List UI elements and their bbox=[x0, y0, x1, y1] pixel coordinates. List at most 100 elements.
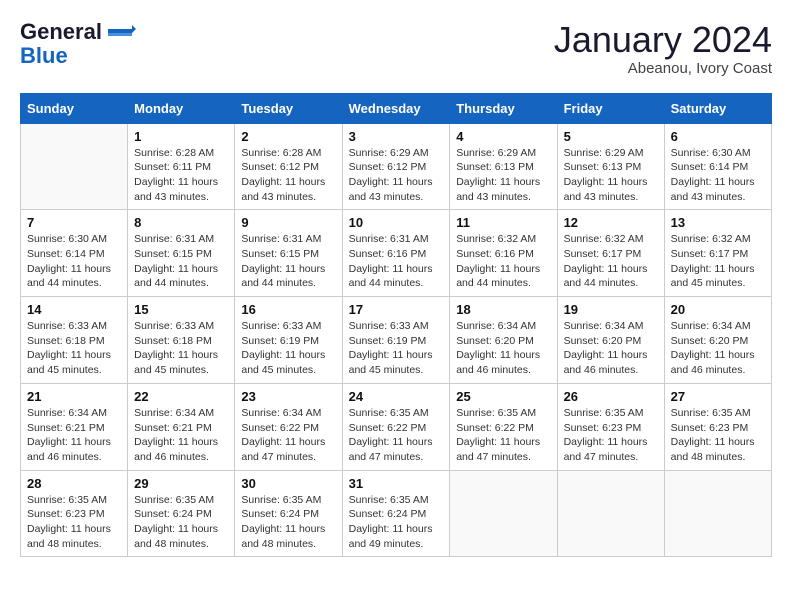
day-info: Sunrise: 6:33 AMSunset: 6:19 PMDaylight:… bbox=[349, 319, 444, 378]
logo-blue-text: Blue bbox=[20, 44, 68, 68]
day-info: Sunrise: 6:35 AMSunset: 6:22 PMDaylight:… bbox=[349, 406, 444, 465]
day-number: 27 bbox=[671, 389, 765, 404]
table-row: 23 Sunrise: 6:34 AMSunset: 6:22 PMDayligh… bbox=[235, 383, 342, 470]
col-wednesday: Wednesday bbox=[342, 93, 450, 123]
day-number: 8 bbox=[134, 215, 228, 230]
calendar-header-row: Sunday Monday Tuesday Wednesday Thursday… bbox=[21, 93, 772, 123]
table-row: 13 Sunrise: 6:32 AMSunset: 6:17 PMDayligh… bbox=[664, 210, 771, 297]
col-tuesday: Tuesday bbox=[235, 93, 342, 123]
col-sunday: Sunday bbox=[21, 93, 128, 123]
day-number: 24 bbox=[349, 389, 444, 404]
day-info: Sunrise: 6:33 AMSunset: 6:19 PMDaylight:… bbox=[241, 319, 335, 378]
table-row: 17Sunrise: 6:33 AMSunset: 6:19 PMDayligh… bbox=[342, 297, 450, 384]
table-row: 26 Sunrise: 6:35 AMSunset: 6:23 PMDayligh… bbox=[557, 383, 664, 470]
day-info: Sunrise: 6:28 AMSunset: 6:12 PMDaylight:… bbox=[241, 146, 335, 205]
day-info: Sunrise: 6:35 AMSunset: 6:24 PMDaylight:… bbox=[134, 493, 228, 552]
day-info: Sunrise: 6:30 AMSunset: 6:14 PMDaylight:… bbox=[27, 232, 121, 291]
table-row: 21Sunrise: 6:34 AMSunset: 6:21 PMDayligh… bbox=[21, 383, 128, 470]
table-row: 22Sunrise: 6:34 AMSunset: 6:21 PMDayligh… bbox=[128, 383, 235, 470]
calendar-table: Sunday Monday Tuesday Wednesday Thursday… bbox=[20, 93, 772, 558]
day-info: Sunrise: 6:35 AMSunset: 6:22 PMDaylight:… bbox=[456, 406, 550, 465]
day-info: Sunrise: 6:34 AMSunset: 6:20 PMDaylight:… bbox=[456, 319, 550, 378]
table-row: 4 Sunrise: 6:29 AMSunset: 6:13 PMDaylight… bbox=[450, 123, 557, 210]
col-saturday: Saturday bbox=[664, 93, 771, 123]
calendar-week-row: 7 Sunrise: 6:30 AMSunset: 6:14 PMDaylight… bbox=[21, 210, 772, 297]
month-year-title: January 2024 bbox=[554, 20, 772, 60]
table-row: 20 Sunrise: 6:34 AMSunset: 6:20 PMDayligh… bbox=[664, 297, 771, 384]
table-row: 11 Sunrise: 6:32 AMSunset: 6:16 PMDayligh… bbox=[450, 210, 557, 297]
table-row: 8 Sunrise: 6:31 AMSunset: 6:15 PMDaylight… bbox=[128, 210, 235, 297]
day-info: Sunrise: 6:32 AMSunset: 6:17 PMDaylight:… bbox=[671, 232, 765, 291]
day-number: 5 bbox=[564, 129, 658, 144]
day-number: 14 bbox=[27, 302, 121, 317]
table-row: 14 Sunrise: 6:33 AMSunset: 6:18 PMDayligh… bbox=[21, 297, 128, 384]
logo-text: General bbox=[20, 20, 102, 44]
table-row bbox=[664, 470, 771, 557]
table-row: 28 Sunrise: 6:35 AMSunset: 6:23 PMDayligh… bbox=[21, 470, 128, 557]
day-number: 11 bbox=[456, 215, 550, 230]
day-info: Sunrise: 6:35 AMSunset: 6:23 PMDaylight:… bbox=[671, 406, 765, 465]
table-row: 24 Sunrise: 6:35 AMSunset: 6:22 PMDayligh… bbox=[342, 383, 450, 470]
col-thursday: Thursday bbox=[450, 93, 557, 123]
day-number: 9 bbox=[241, 215, 335, 230]
day-info: Sunrise: 6:29 AMSunset: 6:13 PMDaylight:… bbox=[456, 146, 550, 205]
calendar-week-row: 21Sunrise: 6:34 AMSunset: 6:21 PMDayligh… bbox=[21, 383, 772, 470]
day-number: 18 bbox=[456, 302, 550, 317]
day-info: Sunrise: 6:35 AMSunset: 6:23 PMDaylight:… bbox=[564, 406, 658, 465]
day-number: 28 bbox=[27, 476, 121, 491]
page-header: General Blue January 2024 Abeanou, Ivory… bbox=[20, 20, 772, 77]
table-row: 31 Sunrise: 6:35 AMSunset: 6:24 PMDayligh… bbox=[342, 470, 450, 557]
table-row: 6Sunrise: 6:30 AMSunset: 6:14 PMDaylight… bbox=[664, 123, 771, 210]
day-info: Sunrise: 6:35 AMSunset: 6:23 PMDaylight:… bbox=[27, 493, 121, 552]
day-number: 22 bbox=[134, 389, 228, 404]
table-row bbox=[557, 470, 664, 557]
day-info: Sunrise: 6:30 AMSunset: 6:14 PMDaylight:… bbox=[671, 146, 765, 205]
table-row bbox=[21, 123, 128, 210]
day-number: 26 bbox=[564, 389, 658, 404]
col-friday: Friday bbox=[557, 93, 664, 123]
day-info: Sunrise: 6:34 AMSunset: 6:22 PMDaylight:… bbox=[241, 406, 335, 465]
table-row: 15 Sunrise: 6:33 AMSunset: 6:18 PMDayligh… bbox=[128, 297, 235, 384]
table-row: 12Sunrise: 6:32 AMSunset: 6:17 PMDayligh… bbox=[557, 210, 664, 297]
day-info: Sunrise: 6:32 AMSunset: 6:17 PMDaylight:… bbox=[564, 232, 658, 291]
location-subtitle: Abeanou, Ivory Coast bbox=[554, 60, 772, 77]
day-info: Sunrise: 6:33 AMSunset: 6:18 PMDaylight:… bbox=[27, 319, 121, 378]
day-info: Sunrise: 6:31 AMSunset: 6:15 PMDaylight:… bbox=[241, 232, 335, 291]
day-info: Sunrise: 6:32 AMSunset: 6:16 PMDaylight:… bbox=[456, 232, 550, 291]
logo: General Blue bbox=[20, 20, 136, 68]
title-section: January 2024 Abeanou, Ivory Coast bbox=[554, 20, 772, 77]
day-number: 30 bbox=[241, 476, 335, 491]
day-number: 3 bbox=[349, 129, 444, 144]
day-number: 1 bbox=[134, 129, 228, 144]
day-number: 31 bbox=[349, 476, 444, 491]
day-number: 23 bbox=[241, 389, 335, 404]
table-row: 25Sunrise: 6:35 AMSunset: 6:22 PMDayligh… bbox=[450, 383, 557, 470]
day-number: 20 bbox=[671, 302, 765, 317]
table-row: 1 Sunrise: 6:28 AMSunset: 6:11 PMDaylight… bbox=[128, 123, 235, 210]
day-info: Sunrise: 6:33 AMSunset: 6:18 PMDaylight:… bbox=[134, 319, 228, 378]
table-row: 10Sunrise: 6:31 AMSunset: 6:16 PMDayligh… bbox=[342, 210, 450, 297]
day-number: 13 bbox=[671, 215, 765, 230]
day-number: 7 bbox=[27, 215, 121, 230]
day-number: 2 bbox=[241, 129, 335, 144]
day-info: Sunrise: 6:34 AMSunset: 6:20 PMDaylight:… bbox=[671, 319, 765, 378]
day-number: 15 bbox=[134, 302, 228, 317]
table-row bbox=[450, 470, 557, 557]
calendar-week-row: 28 Sunrise: 6:35 AMSunset: 6:23 PMDayligh… bbox=[21, 470, 772, 557]
table-row: 3 Sunrise: 6:29 AMSunset: 6:12 PMDaylight… bbox=[342, 123, 450, 210]
table-row: 27 Sunrise: 6:35 AMSunset: 6:23 PMDayligh… bbox=[664, 383, 771, 470]
table-row: 7 Sunrise: 6:30 AMSunset: 6:14 PMDaylight… bbox=[21, 210, 128, 297]
day-info: Sunrise: 6:28 AMSunset: 6:11 PMDaylight:… bbox=[134, 146, 228, 205]
day-info: Sunrise: 6:35 AMSunset: 6:24 PMDaylight:… bbox=[241, 493, 335, 552]
day-info: Sunrise: 6:31 AMSunset: 6:15 PMDaylight:… bbox=[134, 232, 228, 291]
day-info: Sunrise: 6:29 AMSunset: 6:13 PMDaylight:… bbox=[564, 146, 658, 205]
day-info: Sunrise: 6:35 AMSunset: 6:24 PMDaylight:… bbox=[349, 493, 444, 552]
day-number: 19 bbox=[564, 302, 658, 317]
table-row: 16Sunrise: 6:33 AMSunset: 6:19 PMDayligh… bbox=[235, 297, 342, 384]
day-info: Sunrise: 6:29 AMSunset: 6:12 PMDaylight:… bbox=[349, 146, 444, 205]
day-info: Sunrise: 6:34 AMSunset: 6:21 PMDaylight:… bbox=[27, 406, 121, 465]
table-row: 18 Sunrise: 6:34 AMSunset: 6:20 PMDayligh… bbox=[450, 297, 557, 384]
day-number: 4 bbox=[456, 129, 550, 144]
day-number: 10 bbox=[349, 215, 444, 230]
col-monday: Monday bbox=[128, 93, 235, 123]
